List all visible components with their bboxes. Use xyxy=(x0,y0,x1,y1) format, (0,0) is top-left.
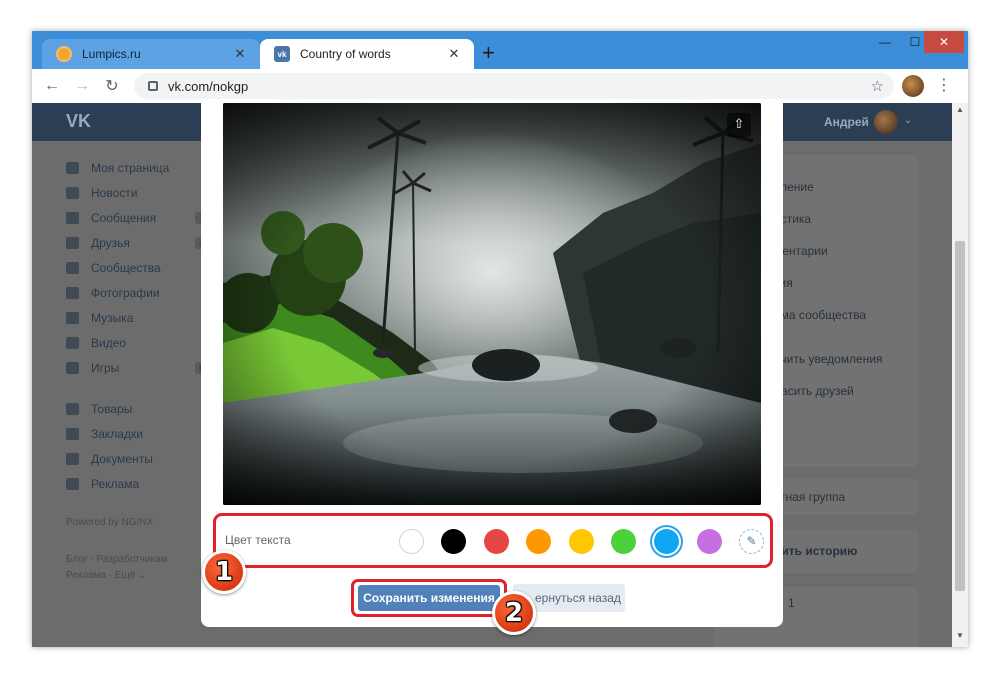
color-swatch-green[interactable] xyxy=(611,529,636,554)
nav-label: Документы xyxy=(91,451,153,466)
browser-window: Lumpics.ru ✕ vk Country of words ✕ + — ☐… xyxy=(32,31,968,647)
tab-close-icon[interactable]: ✕ xyxy=(232,46,248,62)
browser-toolbar: ← → ↻ vk.com/nokgp ☆ ⋮ xyxy=(32,69,968,103)
document-icon xyxy=(66,452,79,465)
chevron-down-icon[interactable]: ⌄ xyxy=(904,115,912,126)
music-icon xyxy=(66,311,79,324)
nav-item-friends[interactable]: Друзья4 xyxy=(62,230,208,255)
cover-editor-modal: ⇧ Цвет текста ✎ ернуться назад Сохранить… xyxy=(201,103,783,627)
nav-item-music[interactable]: Музыка xyxy=(62,305,202,330)
scroll-up-icon[interactable]: ▲ xyxy=(952,105,968,119)
nav-item-video[interactable]: Видео xyxy=(62,330,202,355)
browser-menu-icon[interactable]: ⋮ xyxy=(936,75,952,95)
minimize-button[interactable]: — xyxy=(870,31,900,53)
nav-item-ads[interactable]: Реклама xyxy=(62,471,202,496)
color-swatch-black[interactable] xyxy=(441,529,466,554)
nav-item-communities[interactable]: Сообщества xyxy=(62,255,202,280)
nav-item-goods[interactable]: Товары xyxy=(62,396,202,421)
vk-favicon-icon: vk xyxy=(274,46,290,62)
color-swatch-red[interactable] xyxy=(484,529,509,554)
nav-label: Сообщения xyxy=(91,210,157,225)
nav-label: Новости xyxy=(91,185,138,200)
nav-label: Закладки xyxy=(91,426,143,441)
vk-avatar[interactable] xyxy=(874,110,898,134)
lumpics-favicon-icon xyxy=(56,46,72,62)
nav-item-my-page[interactable]: Моя страница xyxy=(62,155,202,180)
color-swatch-orange[interactable] xyxy=(526,529,551,554)
nav-item-games[interactable]: Игры6 xyxy=(62,355,208,380)
nav-item-bookmarks[interactable]: Закладки xyxy=(62,421,202,446)
vk-left-nav: Моя страница Новости Сообщения1 Друзья4 … xyxy=(62,155,208,496)
nav-label: Видео xyxy=(91,335,127,350)
tab-lumpics[interactable]: Lumpics.ru ✕ xyxy=(42,39,260,69)
landscape-image xyxy=(223,103,761,505)
tab-country-of-words[interactable]: vk Country of words ✕ xyxy=(260,39,474,69)
bag-icon xyxy=(66,402,79,415)
lock-icon xyxy=(148,81,158,91)
forward-arrow-icon[interactable]: → xyxy=(72,77,92,95)
nav-label: Игры xyxy=(91,360,120,375)
eyedropper-icon[interactable]: ✎ xyxy=(739,529,764,554)
window-close-button[interactable]: ✕ xyxy=(924,31,964,53)
tab-title: Lumpics.ru xyxy=(82,47,141,61)
camera-icon xyxy=(66,286,79,299)
video-icon xyxy=(66,336,79,349)
step-marker-1: 1 xyxy=(202,550,246,594)
message-icon xyxy=(66,211,79,224)
nav-item-messages[interactable]: Сообщения1 xyxy=(62,205,208,230)
nav-divider xyxy=(62,380,202,396)
gamepad-icon xyxy=(66,361,79,374)
save-button[interactable]: Сохранить изменения xyxy=(358,585,500,611)
url-text: vk.com/nokgp xyxy=(168,78,249,94)
home-icon xyxy=(66,161,79,174)
nav-item-photos[interactable]: Фотографии xyxy=(62,280,202,305)
page-scrollbar[interactable]: ▲ ▼ xyxy=(952,103,968,647)
nav-label: Товары xyxy=(91,401,133,416)
nav-item-news[interactable]: Новости xyxy=(62,180,202,205)
cover-image: ⇧ xyxy=(223,103,761,505)
text-color-label: Цвет текста xyxy=(225,533,291,547)
address-bar[interactable]: vk.com/nokgp ☆ xyxy=(134,73,894,99)
step-marker-2: 2 xyxy=(492,591,536,635)
scroll-down-icon[interactable]: ▼ xyxy=(952,631,968,645)
tab-title: Country of words xyxy=(300,47,391,61)
nav-label: Музыка xyxy=(91,310,134,325)
user-icon xyxy=(66,236,79,249)
color-swatch-blue[interactable] xyxy=(654,529,679,554)
tab-strip: Lumpics.ru ✕ vk Country of words ✕ + — ☐… xyxy=(32,31,968,69)
tab-close-icon[interactable]: ✕ xyxy=(446,46,462,62)
vk-user-name[interactable]: Андрей xyxy=(824,115,869,129)
scroll-thumb[interactable] xyxy=(955,241,965,591)
profile-avatar[interactable] xyxy=(902,75,924,97)
news-icon xyxy=(66,186,79,199)
vk-logo[interactable]: VK xyxy=(66,111,91,132)
back-arrow-icon[interactable]: ← xyxy=(42,77,62,95)
star-icon xyxy=(66,427,79,440)
new-tab-button[interactable]: + xyxy=(482,42,495,64)
nav-label: Друзья xyxy=(91,235,130,250)
nav-item-documents[interactable]: Документы xyxy=(62,446,202,471)
color-swatch-yellow[interactable] xyxy=(569,529,594,554)
text-color-picker: Цвет текста ✎ xyxy=(213,513,773,568)
powered-by-text: Powered by NGINX xyxy=(66,517,154,528)
nav-label: Реклама xyxy=(91,476,140,491)
bookmark-star-icon[interactable]: ☆ xyxy=(871,77,884,95)
color-swatch-purple[interactable] xyxy=(697,529,722,554)
nav-label: Фотографии xyxy=(91,285,160,300)
nav-label: Сообщества xyxy=(91,260,161,275)
save-button-highlight: Сохранить изменения xyxy=(351,579,507,617)
color-swatch-white[interactable] xyxy=(399,529,424,554)
megaphone-icon xyxy=(66,477,79,490)
reload-icon[interactable]: ↻ xyxy=(102,76,122,96)
upload-icon[interactable]: ⇧ xyxy=(727,113,751,137)
nav-label: Моя страница xyxy=(91,160,170,175)
group-icon xyxy=(66,261,79,274)
